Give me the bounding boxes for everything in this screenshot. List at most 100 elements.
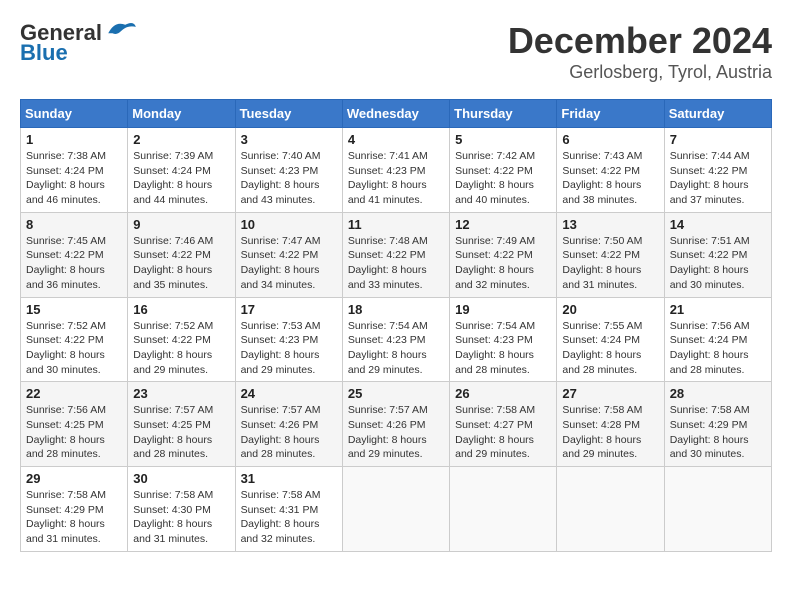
calendar-day-cell: 24 Sunrise: 7:57 AMSunset: 4:26 PMDayligh… — [235, 382, 342, 467]
logo-bird-icon — [104, 18, 138, 40]
calendar-day-cell: 2 Sunrise: 7:39 AMSunset: 4:24 PMDaylight… — [128, 128, 235, 213]
day-number: 25 — [348, 386, 444, 401]
calendar-day-cell: 6Sunrise: 7:43 AMSunset: 4:22 PMDaylight… — [557, 128, 664, 213]
day-info: Sunrise: 7:41 AMSunset: 4:23 PMDaylight:… — [348, 149, 444, 208]
title-block: December 2024 Gerlosberg, Tyrol, Austria — [508, 20, 772, 83]
day-info: Sunrise: 7:57 AMSunset: 4:25 PMDaylight:… — [133, 403, 229, 462]
calendar-week-row: 22Sunrise: 7:56 AMSunset: 4:25 PMDayligh… — [21, 382, 772, 467]
calendar-day-cell — [664, 467, 771, 552]
day-info: Sunrise: 7:44 AMSunset: 4:22 PMDaylight:… — [670, 149, 766, 208]
day-info: Sunrise: 7:56 AMSunset: 4:25 PMDaylight:… — [26, 403, 122, 462]
calendar-day-cell: 16Sunrise: 7:52 AMSunset: 4:22 PMDayligh… — [128, 297, 235, 382]
weekday-header-cell: Friday — [557, 100, 664, 128]
calendar-day-cell: 10 Sunrise: 7:47 AMSunset: 4:22 PMDayligh… — [235, 212, 342, 297]
calendar-day-cell: 25 Sunrise: 7:57 AMSunset: 4:26 PMDayligh… — [342, 382, 449, 467]
day-number: 2 — [133, 132, 229, 147]
weekday-header-cell: Monday — [128, 100, 235, 128]
weekday-header-cell: Tuesday — [235, 100, 342, 128]
calendar-day-cell: 26Sunrise: 7:58 AMSunset: 4:27 PMDayligh… — [450, 382, 557, 467]
day-number: 11 — [348, 217, 444, 232]
calendar-day-cell: 23 Sunrise: 7:57 AMSunset: 4:25 PMDayligh… — [128, 382, 235, 467]
calendar-week-row: 15 Sunrise: 7:52 AMSunset: 4:22 PMDayligh… — [21, 297, 772, 382]
day-number: 5 — [455, 132, 551, 147]
day-number: 8 — [26, 217, 122, 232]
day-number: 31 — [241, 471, 337, 486]
day-info: Sunrise: 7:52 AMSunset: 4:22 PMDaylight:… — [26, 319, 122, 378]
day-info: Sunrise: 7:48 AMSunset: 4:22 PMDaylight:… — [348, 234, 444, 293]
calendar-day-cell: 27Sunrise: 7:58 AMSunset: 4:28 PMDayligh… — [557, 382, 664, 467]
day-number: 14 — [670, 217, 766, 232]
day-info: Sunrise: 7:58 AMSunset: 4:27 PMDaylight:… — [455, 403, 551, 462]
day-info: Sunrise: 7:58 AMSunset: 4:29 PMDaylight:… — [26, 488, 122, 547]
day-info: Sunrise: 7:54 AMSunset: 4:23 PMDaylight:… — [348, 319, 444, 378]
day-number: 20 — [562, 302, 658, 317]
day-number: 12 — [455, 217, 551, 232]
month-title: December 2024 — [508, 20, 772, 62]
calendar-day-cell: 5 Sunrise: 7:42 AMSunset: 4:22 PMDaylight… — [450, 128, 557, 213]
day-info: Sunrise: 7:55 AMSunset: 4:24 PMDaylight:… — [562, 319, 658, 378]
weekday-header-cell: Saturday — [664, 100, 771, 128]
day-info: Sunrise: 7:45 AMSunset: 4:22 PMDaylight:… — [26, 234, 122, 293]
calendar-day-cell: 11 Sunrise: 7:48 AMSunset: 4:22 PMDayligh… — [342, 212, 449, 297]
day-info: Sunrise: 7:57 AMSunset: 4:26 PMDaylight:… — [348, 403, 444, 462]
calendar-day-cell: 14 Sunrise: 7:51 AMSunset: 4:22 PMDayligh… — [664, 212, 771, 297]
day-number: 1 — [26, 132, 122, 147]
day-number: 6 — [562, 132, 658, 147]
day-info: Sunrise: 7:38 AMSunset: 4:24 PMDaylight:… — [26, 149, 122, 208]
day-info: Sunrise: 7:58 AMSunset: 4:29 PMDaylight:… — [670, 403, 766, 462]
day-info: Sunrise: 7:50 AMSunset: 4:22 PMDaylight:… — [562, 234, 658, 293]
day-info: Sunrise: 7:52 AMSunset: 4:22 PMDaylight:… — [133, 319, 229, 378]
calendar-day-cell: 8 Sunrise: 7:45 AMSunset: 4:22 PMDaylight… — [21, 212, 128, 297]
day-number: 3 — [241, 132, 337, 147]
day-number: 28 — [670, 386, 766, 401]
day-info: Sunrise: 7:58 AMSunset: 4:30 PMDaylight:… — [133, 488, 229, 547]
day-info: Sunrise: 7:40 AMSunset: 4:23 PMDaylight:… — [241, 149, 337, 208]
day-number: 18 — [348, 302, 444, 317]
day-info: Sunrise: 7:58 AMSunset: 4:31 PMDaylight:… — [241, 488, 337, 547]
calendar-day-cell: 21 Sunrise: 7:56 AMSunset: 4:24 PMDayligh… — [664, 297, 771, 382]
logo: General Blue — [20, 20, 138, 66]
day-info: Sunrise: 7:42 AMSunset: 4:22 PMDaylight:… — [455, 149, 551, 208]
calendar-day-cell — [557, 467, 664, 552]
day-info: Sunrise: 7:47 AMSunset: 4:22 PMDaylight:… — [241, 234, 337, 293]
day-number: 21 — [670, 302, 766, 317]
calendar-week-row: 29 Sunrise: 7:58 AMSunset: 4:29 PMDayligh… — [21, 467, 772, 552]
day-number: 23 — [133, 386, 229, 401]
calendar-day-cell: 1 Sunrise: 7:38 AMSunset: 4:24 PMDaylight… — [21, 128, 128, 213]
calendar-day-cell: 15 Sunrise: 7:52 AMSunset: 4:22 PMDayligh… — [21, 297, 128, 382]
weekday-header-cell: Thursday — [450, 100, 557, 128]
calendar-day-cell: 18 Sunrise: 7:54 AMSunset: 4:23 PMDayligh… — [342, 297, 449, 382]
day-info: Sunrise: 7:49 AMSunset: 4:22 PMDaylight:… — [455, 234, 551, 293]
calendar-day-cell: 29 Sunrise: 7:58 AMSunset: 4:29 PMDayligh… — [21, 467, 128, 552]
day-number: 4 — [348, 132, 444, 147]
day-info: Sunrise: 7:56 AMSunset: 4:24 PMDaylight:… — [670, 319, 766, 378]
day-info: Sunrise: 7:57 AMSunset: 4:26 PMDaylight:… — [241, 403, 337, 462]
day-number: 29 — [26, 471, 122, 486]
day-info: Sunrise: 7:39 AMSunset: 4:24 PMDaylight:… — [133, 149, 229, 208]
day-number: 15 — [26, 302, 122, 317]
calendar-body: 1 Sunrise: 7:38 AMSunset: 4:24 PMDaylight… — [21, 128, 772, 552]
day-info: Sunrise: 7:54 AMSunset: 4:23 PMDaylight:… — [455, 319, 551, 378]
day-number: 10 — [241, 217, 337, 232]
day-number: 17 — [241, 302, 337, 317]
calendar-day-cell: 28 Sunrise: 7:58 AMSunset: 4:29 PMDayligh… — [664, 382, 771, 467]
day-number: 30 — [133, 471, 229, 486]
calendar-day-cell: 20 Sunrise: 7:55 AMSunset: 4:24 PMDayligh… — [557, 297, 664, 382]
day-number: 7 — [670, 132, 766, 147]
day-info: Sunrise: 7:46 AMSunset: 4:22 PMDaylight:… — [133, 234, 229, 293]
header: General Blue December 2024 Gerlosberg, T… — [20, 20, 772, 83]
calendar-day-cell: 19 Sunrise: 7:54 AMSunset: 4:23 PMDayligh… — [450, 297, 557, 382]
day-number: 27 — [562, 386, 658, 401]
day-number: 9 — [133, 217, 229, 232]
day-info: Sunrise: 7:51 AMSunset: 4:22 PMDaylight:… — [670, 234, 766, 293]
day-number: 24 — [241, 386, 337, 401]
weekday-header-cell: Wednesday — [342, 100, 449, 128]
day-number: 19 — [455, 302, 551, 317]
calendar-day-cell: 30 Sunrise: 7:58 AMSunset: 4:30 PMDayligh… — [128, 467, 235, 552]
calendar-day-cell: 9 Sunrise: 7:46 AMSunset: 4:22 PMDaylight… — [128, 212, 235, 297]
calendar-table: SundayMondayTuesdayWednesdayThursdayFrid… — [20, 99, 772, 552]
calendar-day-cell: 12 Sunrise: 7:49 AMSunset: 4:22 PMDayligh… — [450, 212, 557, 297]
weekday-header-row: SundayMondayTuesdayWednesdayThursdayFrid… — [21, 100, 772, 128]
calendar-day-cell: 17Sunrise: 7:53 AMSunset: 4:23 PMDayligh… — [235, 297, 342, 382]
calendar-day-cell: 13Sunrise: 7:50 AMSunset: 4:22 PMDayligh… — [557, 212, 664, 297]
